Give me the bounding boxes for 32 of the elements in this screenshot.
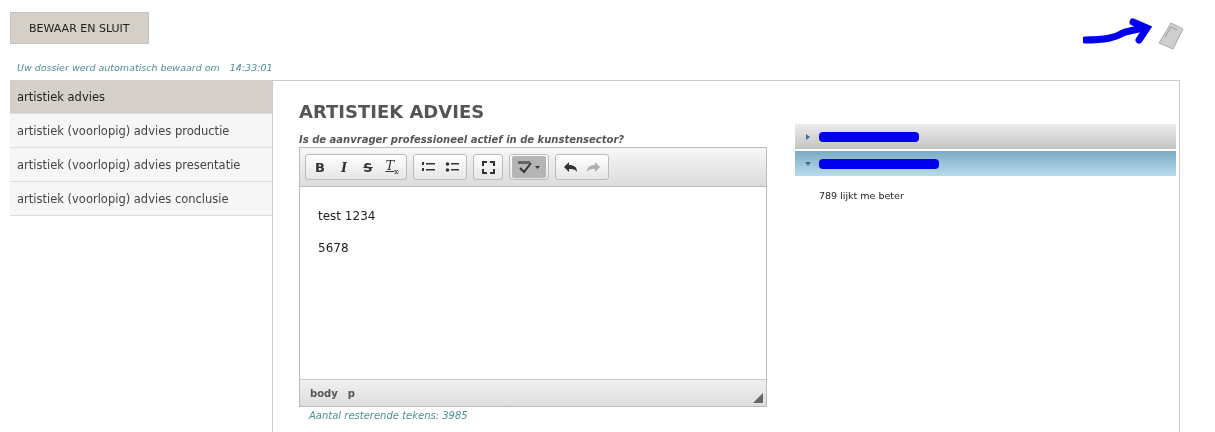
undo-icon [563, 161, 577, 173]
bold-button[interactable]: B [308, 156, 332, 178]
remaining-characters: Aantal resterende tekens: 3985 [309, 410, 469, 421]
numbered-list-icon [421, 161, 435, 173]
spellcheck-icon [517, 160, 541, 174]
autosave-time: 14:33:01 [229, 62, 273, 75]
comment-text: 789 lijkt me beter [818, 189, 905, 203]
sidebar-item[interactable]: artistiek (voorlopig) advies conclusie [10, 182, 272, 216]
expand-icon [805, 133, 811, 140]
accordion-header[interactable] [795, 151, 1176, 176]
sidebar-item[interactable]: artistiek (voorlopig) advies productie [10, 114, 272, 148]
rich-text-editor[interactable]: B I S T$_{x}$ test 1234 5678 body p [299, 147, 767, 407]
editor-paragraph: test 1234 [318, 209, 377, 223]
question-label: Is de aanvrager professioneel actief in de kunstensector? [299, 134, 626, 145]
accordion-header[interactable] [795, 124, 1176, 149]
editor-paragraph: 5678 [318, 241, 350, 255]
sidebar-item[interactable]: artistiek (voorlopig) advies presentatie [10, 148, 272, 182]
bulleted-list-icon [445, 161, 459, 173]
element-path-item[interactable]: body [310, 387, 338, 399]
section-title: ARTISTIEK ADVIES [299, 101, 486, 122]
collapse-icon [805, 160, 811, 167]
maximize-icon [481, 160, 495, 174]
strike-button[interactable]: S [356, 156, 380, 178]
element-path-item[interactable]: p [347, 387, 355, 399]
italic-button[interactable]: I [332, 156, 356, 178]
spellcheck-button[interactable] [512, 156, 546, 178]
clear-button[interactable]: T$_{x}$ [380, 156, 404, 178]
autosave-message: Uw dossier werd automatisch bewaard om [17, 62, 220, 75]
sidebar-item[interactable]: artistiek advies [10, 80, 272, 114]
resize-grip-icon[interactable] [753, 393, 763, 403]
redo-icon [587, 161, 601, 173]
save-button[interactable]: BEWAAR EN SLUIT [10, 12, 149, 44]
